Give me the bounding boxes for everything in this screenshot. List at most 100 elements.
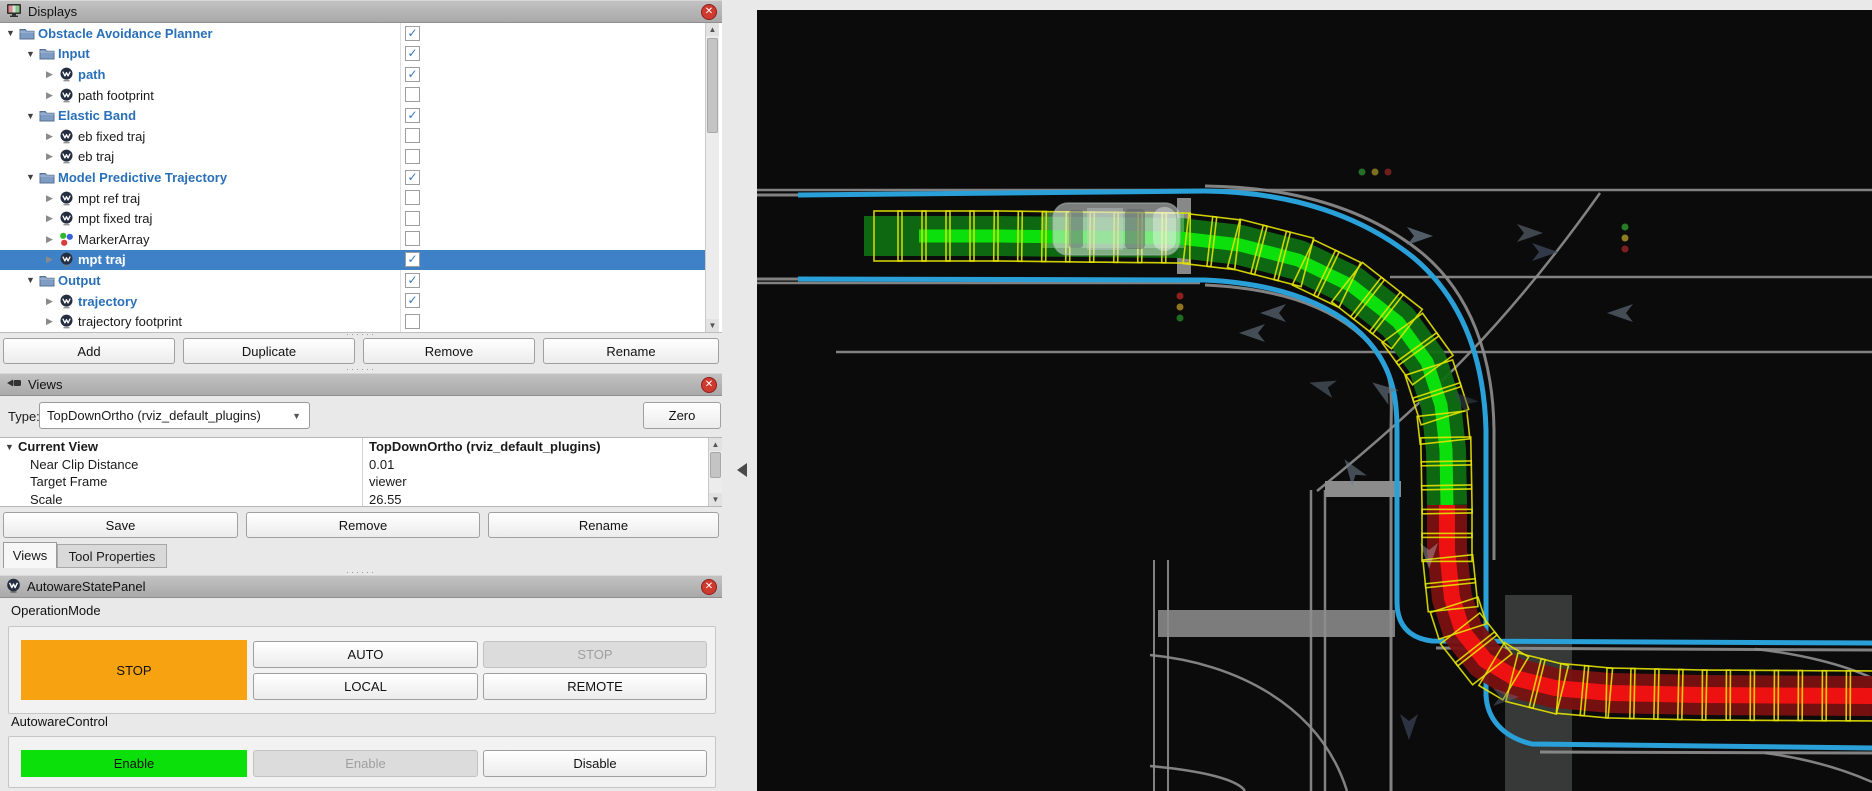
property-value[interactable]: viewer [362, 473, 722, 491]
tree-item-model-predictive-trajectory[interactable]: ▼Model Predictive Trajectory✓ [0, 167, 705, 188]
display-checkbox[interactable] [405, 128, 420, 143]
tree-item-mpt-ref-traj[interactable]: ▶mpt ref traj [0, 188, 705, 209]
expand-arrow-icon[interactable]: ▶ [46, 151, 59, 162]
traffic-light-dot [1177, 293, 1184, 300]
collapse-arrow-icon[interactable]: ▼ [26, 275, 39, 285]
viz-canvas[interactable] [722, 0, 1872, 791]
tree-item-trajectory[interactable]: ▶ trajectory ✓ [0, 291, 705, 312]
disable-button[interactable]: Disable [483, 750, 707, 777]
display-checkbox[interactable]: ✓ [405, 46, 420, 61]
tree-item-output[interactable]: ▼Output✓ [0, 270, 705, 291]
display-checkbox[interactable] [405, 314, 420, 329]
display-icon [59, 252, 78, 267]
view-property-row[interactable]: ▼Current ViewTopDownOrtho (rviz_default_… [0, 438, 722, 456]
display-checkbox[interactable]: ✓ [405, 170, 420, 185]
display-checkbox[interactable] [405, 231, 420, 246]
expand-arrow-icon[interactable]: ▶ [46, 234, 59, 245]
stop-button[interactable]: STOP [483, 641, 707, 668]
tree-item-obstacle-avoidance-planner[interactable]: ▼ Obstacle Avoidance Planner ✓ [0, 23, 705, 44]
tree-item-elastic-band[interactable]: ▼Elastic Band✓ [0, 105, 705, 126]
enable-button[interactable]: Enable [253, 750, 478, 777]
autoware-logo-icon [6, 578, 21, 596]
expand-arrow-icon[interactable]: ▶ [46, 296, 59, 307]
auto-button[interactable]: AUTO [253, 641, 478, 668]
tree-item-input[interactable]: ▼Input✓ [0, 44, 705, 65]
remove-display-button[interactable]: Remove [363, 338, 535, 364]
collapse-arrow-icon[interactable]: ▼ [26, 172, 39, 182]
folder-icon [39, 47, 58, 60]
traffic-light-dot [1372, 169, 1379, 176]
tree-item-mpt-traj[interactable]: ▶mpt traj✓ [0, 250, 705, 271]
displays-close-icon[interactable]: ✕ [701, 4, 717, 20]
rviz-window: Displays ✕ ▼Obstacle Avoidance Planner✓▼… [0, 0, 1872, 791]
tree-item-eb-fixed-traj[interactable]: ▶eb fixed traj [0, 126, 705, 147]
view-property-row[interactable]: Scale26.55 [0, 491, 722, 508]
type-label: Type: [8, 409, 40, 424]
viz-3d-view[interactable] [722, 0, 1872, 791]
views-panel-header[interactable]: Views ✕ [0, 373, 722, 396]
autoware-state-panel-header[interactable]: AutowareStatePanel ✕ [0, 575, 722, 598]
expand-arrow-icon[interactable]: ▶ [46, 213, 59, 224]
collapse-arrow-icon[interactable]: ▼ [26, 111, 39, 121]
splitter-handle[interactable]: ······ [0, 366, 722, 373]
rename-display-button[interactable]: Rename [543, 338, 719, 364]
view-type-dropdown[interactable]: TopDownOrtho (rviz_default_plugins) ▼ [39, 402, 310, 429]
property-value[interactable]: 26.55 [362, 491, 722, 508]
view-property-row[interactable]: Target Frameviewer [0, 473, 722, 491]
views-panel-title: Views [28, 377, 62, 392]
displays-panel-header[interactable]: Displays ✕ [0, 0, 722, 23]
display-checkbox[interactable] [405, 149, 420, 164]
property-name: Scale [0, 492, 362, 507]
zero-button[interactable]: Zero [643, 402, 721, 429]
display-checkbox[interactable] [405, 211, 420, 226]
expand-arrow-icon[interactable]: ▶ [46, 193, 59, 204]
local-button[interactable]: LOCAL [253, 673, 478, 700]
save-view-button[interactable]: Save [3, 512, 238, 538]
displays-tree-scrollbar[interactable]: ▲ ▼ [705, 23, 719, 332]
collapse-arrow-icon[interactable]: ▼ [5, 442, 14, 452]
display-checkbox[interactable]: ✓ [405, 252, 420, 267]
tab-tool-properties[interactable]: Tool Properties [57, 544, 167, 568]
displays-panel-title: Displays [28, 4, 77, 19]
collapse-arrow-icon[interactable]: ▼ [26, 49, 39, 59]
tree-item-label: path footprint [78, 88, 154, 103]
rename-view-button[interactable]: Rename [488, 512, 719, 538]
expand-arrow-icon[interactable]: ▶ [46, 131, 59, 142]
display-checkbox[interactable]: ✓ [405, 273, 420, 288]
splitter-handle[interactable]: ······ [0, 331, 722, 338]
display-icon [59, 149, 78, 164]
display-icon [59, 314, 78, 329]
display-checkbox[interactable]: ✓ [405, 26, 420, 41]
property-name: Near Clip Distance [0, 457, 362, 472]
remote-button[interactable]: REMOTE [483, 673, 707, 700]
tree-item-label: trajectory [78, 294, 137, 309]
tree-item-eb-traj[interactable]: ▶eb traj [0, 147, 705, 168]
displays-tree: ▼Obstacle Avoidance Planner✓▼Input✓▶path… [0, 23, 722, 333]
views-table-scrollbar[interactable]: ▲ ▼ [708, 438, 722, 506]
expand-arrow-icon[interactable]: ▶ [46, 316, 59, 327]
duplicate-button[interactable]: Duplicate [183, 338, 355, 364]
property-value[interactable]: 0.01 [362, 456, 722, 474]
display-checkbox[interactable] [405, 190, 420, 205]
tree-item-path[interactable]: ▶path✓ [0, 64, 705, 85]
state-panel-close-icon[interactable]: ✕ [701, 579, 717, 595]
display-checkbox[interactable]: ✓ [405, 67, 420, 82]
view-property-row[interactable]: Near Clip Distance0.01 [0, 456, 722, 474]
expand-arrow-icon[interactable]: ▶ [46, 254, 59, 265]
collapse-arrow-icon[interactable]: ▼ [6, 28, 19, 38]
remove-view-button[interactable]: Remove [246, 512, 480, 538]
display-checkbox[interactable]: ✓ [405, 108, 420, 123]
expand-arrow-icon[interactable]: ▶ [46, 69, 59, 80]
expand-arrow-icon[interactable]: ▶ [46, 90, 59, 101]
views-close-icon[interactable]: ✕ [701, 377, 717, 393]
tab-views[interactable]: Views [3, 542, 57, 568]
tree-item-markerarray[interactable]: ▶ MarkerArray [0, 229, 705, 250]
display-checkbox[interactable]: ✓ [405, 293, 420, 308]
tree-item-mpt-fixed-traj[interactable]: ▶mpt fixed traj [0, 208, 705, 229]
add-button[interactable]: Add [3, 338, 175, 364]
tree-item-path-footprint[interactable]: ▶ path footprint [0, 85, 705, 106]
property-value[interactable]: TopDownOrtho (rviz_default_plugins) [362, 438, 722, 456]
tree-item-label: MarkerArray [78, 232, 150, 247]
tree-item-label: Obstacle Avoidance Planner [38, 26, 213, 41]
display-checkbox[interactable] [405, 87, 420, 102]
